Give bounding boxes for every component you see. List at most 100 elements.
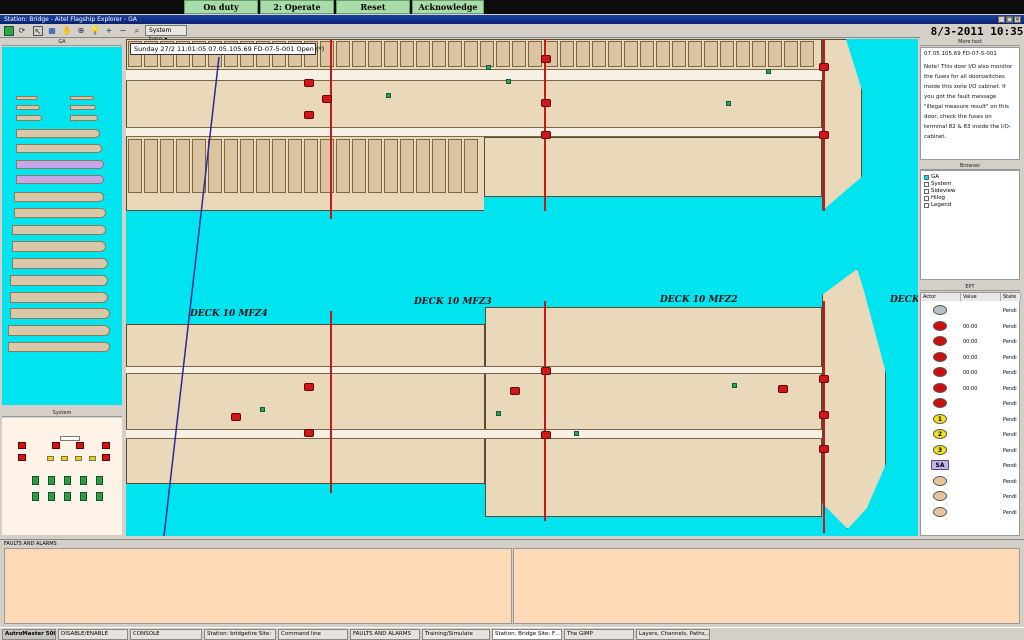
ga-deck[interactable] bbox=[12, 241, 106, 252]
ga-deck[interactable] bbox=[70, 96, 94, 100]
faults-list-left[interactable] bbox=[4, 548, 512, 624]
select-icon[interactable]: ↖ bbox=[33, 26, 43, 36]
ept-row[interactable]: Pendi bbox=[921, 398, 1021, 413]
ept-col-state[interactable]: State bbox=[1001, 293, 1021, 301]
system-diagram[interactable] bbox=[2, 418, 122, 535]
pan-icon[interactable]: ✋ bbox=[62, 26, 72, 36]
zoom-in-icon[interactable]: + bbox=[104, 26, 114, 36]
ga-deck[interactable] bbox=[70, 115, 98, 121]
ga-deck[interactable] bbox=[10, 275, 108, 286]
on-duty-button[interactable]: On duty bbox=[184, 0, 258, 14]
browser-item-hilog[interactable]: Hilog bbox=[924, 195, 945, 201]
ga-deck[interactable] bbox=[16, 144, 102, 153]
system-alarm-unit[interactable] bbox=[102, 454, 110, 461]
ept-state: Pendi bbox=[1003, 494, 1017, 500]
system-loop-unit[interactable] bbox=[32, 476, 39, 485]
ga-deck-selected[interactable] bbox=[16, 175, 104, 184]
system-loop-unit[interactable] bbox=[32, 492, 39, 501]
deck-plan-canvas[interactable]: DECK 10 MFZ4 DECK 10 MFZ3 DECK 10 MFZ2 D… bbox=[126, 39, 918, 536]
taskbar-item[interactable]: Layers, Channels, Paths,... bbox=[636, 629, 710, 640]
taskbar-start[interactable]: AutroMaster 5000 bbox=[2, 629, 56, 640]
system-loop-unit[interactable] bbox=[96, 476, 103, 485]
system-loop-unit[interactable] bbox=[64, 476, 71, 485]
ept-row[interactable]: 00:00 Pendi bbox=[921, 367, 1021, 382]
ga-overview[interactable] bbox=[2, 47, 122, 405]
rotate-icon[interactable]: ⟳ bbox=[17, 26, 27, 36]
ept-row[interactable]: Pendi bbox=[921, 506, 1021, 522]
layers-icon[interactable]: ▦ bbox=[47, 26, 57, 36]
ga-deck[interactable] bbox=[10, 308, 110, 319]
system-alarm-unit[interactable] bbox=[52, 442, 60, 449]
red-actor-icon bbox=[933, 382, 947, 393]
system-loop-unit[interactable] bbox=[80, 492, 87, 501]
ga-deck[interactable] bbox=[16, 96, 38, 100]
system-node[interactable] bbox=[75, 456, 82, 461]
taskbar-item[interactable]: CONSOLE bbox=[130, 629, 202, 640]
system-type-select[interactable]: System type ▾ bbox=[145, 25, 187, 43]
ept-row[interactable]: SA Pendi bbox=[921, 460, 1021, 475]
ept-row[interactable]: 00:00 Pendi bbox=[921, 336, 1021, 351]
system-node[interactable] bbox=[47, 456, 54, 461]
system-loop-unit[interactable] bbox=[48, 492, 55, 501]
system-loop-unit[interactable] bbox=[96, 492, 103, 501]
minimize-icon[interactable]: _ bbox=[998, 16, 1005, 23]
status-green-icon[interactable] bbox=[4, 26, 14, 36]
taskbar-item[interactable]: FAULTS AND ALARMS bbox=[350, 629, 420, 640]
light-icon[interactable]: 💡 bbox=[90, 26, 100, 36]
ga-deck[interactable] bbox=[8, 325, 110, 336]
taskbar-item[interactable]: DISABLE/ENABLE bbox=[58, 629, 128, 640]
ga-deck-selected[interactable] bbox=[16, 160, 104, 169]
ept-row[interactable]: 00:00 Pendi bbox=[921, 382, 1021, 398]
ept-row[interactable]: 3 Pendi bbox=[921, 444, 1021, 460]
system-loop-unit[interactable] bbox=[64, 492, 71, 501]
ept-row[interactable]: 00:00 Pendi bbox=[921, 351, 1021, 367]
ga-deck[interactable] bbox=[12, 225, 106, 235]
ept-row[interactable]: 2 Pendi bbox=[921, 429, 1021, 444]
ept-row[interactable]: Pendi bbox=[921, 491, 1021, 506]
ga-deck[interactable] bbox=[10, 292, 108, 303]
system-node[interactable] bbox=[61, 456, 68, 461]
ept-row[interactable]: 00:00 Pendi bbox=[921, 320, 1021, 336]
ga-deck[interactable] bbox=[70, 105, 96, 110]
ga-deck[interactable] bbox=[16, 105, 40, 110]
ga-deck[interactable] bbox=[14, 208, 106, 218]
system-loop-unit[interactable] bbox=[80, 476, 87, 485]
ga-deck[interactable] bbox=[16, 129, 100, 138]
taskbar-item[interactable]: Station: bridgetire Site: bbox=[204, 629, 276, 640]
faults-list-right[interactable] bbox=[513, 548, 1020, 624]
ept-row[interactable]: 1 Pendi bbox=[921, 413, 1021, 429]
zoom-fit-icon[interactable]: ⌕ bbox=[132, 26, 142, 36]
ept-state: Pendi bbox=[1003, 478, 1017, 485]
browser-item-system[interactable]: System bbox=[924, 181, 952, 187]
browser-item-sideview[interactable]: Sideview bbox=[924, 188, 956, 194]
system-alarm-unit[interactable] bbox=[18, 454, 26, 461]
ept-row[interactable]: Pendi bbox=[921, 305, 1021, 320]
system-alarm-unit[interactable] bbox=[102, 442, 110, 449]
ept-state: Pendi bbox=[1003, 385, 1017, 392]
ept-row[interactable]: Pendi bbox=[921, 475, 1021, 491]
ept-col-actor[interactable]: Actor bbox=[921, 293, 961, 301]
event-message[interactable]: Sunday 27/2 11:01:05 07.05.105.69 FD-07-… bbox=[130, 43, 324, 55]
taskbar-item-active[interactable]: Station: Bridge Site: F... bbox=[492, 629, 562, 640]
operate-button[interactable]: 2: Operate bbox=[260, 0, 334, 14]
close-icon[interactable]: × bbox=[1014, 16, 1021, 23]
reset-button[interactable]: Reset bbox=[336, 0, 410, 14]
ga-deck[interactable] bbox=[14, 192, 104, 202]
acknowledge-button[interactable]: Acknowledge bbox=[412, 0, 484, 14]
ga-deck[interactable] bbox=[8, 342, 110, 352]
zoom-area-icon[interactable]: ⊕ bbox=[76, 26, 86, 36]
maximize-icon[interactable]: □ bbox=[1006, 16, 1013, 23]
system-loop-unit[interactable] bbox=[48, 476, 55, 485]
system-alarm-unit[interactable] bbox=[18, 442, 26, 449]
taskbar-item[interactable]: The GIMP bbox=[564, 629, 634, 640]
zoom-out-icon[interactable]: − bbox=[118, 26, 128, 36]
ga-deck[interactable] bbox=[16, 115, 42, 121]
browser-item-legend[interactable]: Legend bbox=[924, 202, 951, 208]
ept-col-value[interactable]: Value bbox=[961, 293, 1001, 301]
browser-item-ga[interactable]: GA bbox=[924, 174, 939, 180]
system-node[interactable] bbox=[89, 456, 96, 461]
taskbar-item[interactable]: Training/Simulate bbox=[422, 629, 490, 640]
system-alarm-unit[interactable] bbox=[76, 442, 84, 449]
taskbar-item[interactable]: Command line bbox=[278, 629, 348, 640]
ga-deck[interactable] bbox=[12, 258, 108, 269]
